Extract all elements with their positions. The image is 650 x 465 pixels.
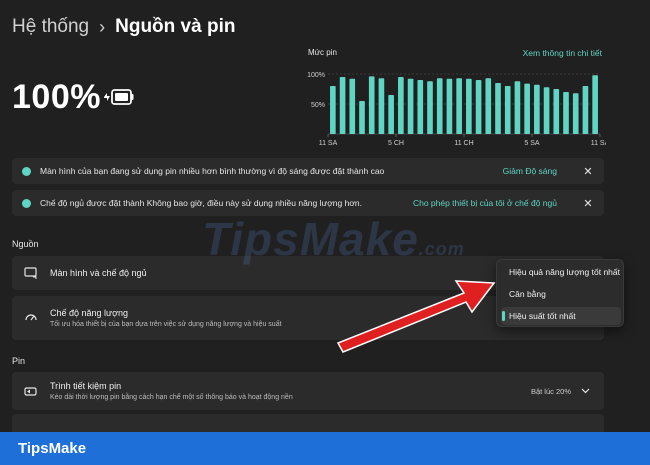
annotation-arrow xyxy=(336,280,496,353)
footer-brand-bar: TipsMake xyxy=(0,432,650,465)
arrow-shape xyxy=(336,280,496,353)
footer-brand: TipsMake xyxy=(18,440,87,457)
